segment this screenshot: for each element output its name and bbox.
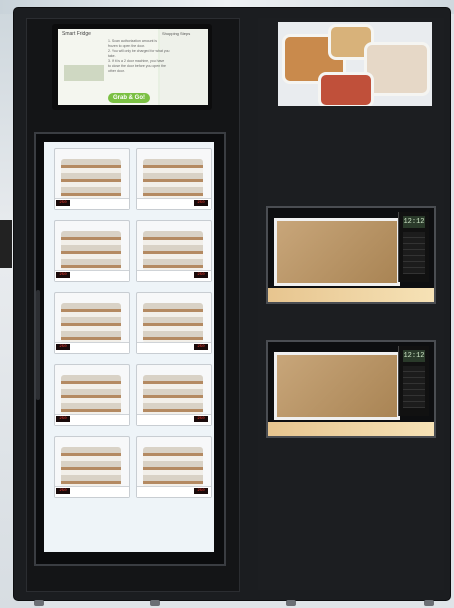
packaged-meal xyxy=(61,159,121,199)
microwave-keypad[interactable] xyxy=(403,232,425,274)
microwave-window xyxy=(274,352,400,420)
cabinet-foot xyxy=(34,600,44,606)
packaged-meal xyxy=(143,447,203,487)
grab-and-go-button[interactable]: Grab & Go! xyxy=(108,93,150,103)
microwave-door-bar xyxy=(268,288,434,302)
packaged-meal xyxy=(143,231,203,271)
price-tag: 250 xyxy=(56,488,70,494)
packaged-meal xyxy=(61,447,121,487)
packaged-meal xyxy=(143,159,203,199)
screen-step-line: 1. Scan authorization amount is xyxy=(108,39,158,43)
price-tag: 250 xyxy=(194,272,208,278)
price-tag: 250 xyxy=(56,416,70,422)
screen-step-line: 3. If it is a 2 door machine, you have xyxy=(108,59,165,63)
shelf-row xyxy=(44,502,214,552)
price-tag: 250 xyxy=(194,344,208,350)
packaged-meal xyxy=(143,303,203,343)
price-tag: 250 xyxy=(56,272,70,278)
packaged-meal xyxy=(61,375,121,415)
screen-step-line: frozen to open the door. xyxy=(108,44,145,48)
screen-heading: Shopping Steps xyxy=(162,31,191,36)
price-tag: 250 xyxy=(194,488,208,494)
microwave-control-panel: 12:12 xyxy=(398,346,429,416)
screen-step-line: 2. You will only be charged for what you xyxy=(108,49,170,53)
screen-title: Smart Fridge xyxy=(62,31,91,37)
screen-step-line: take. xyxy=(108,54,116,58)
cabinet-foot xyxy=(424,600,434,606)
price-tag: 250 xyxy=(56,200,70,206)
microwave-window xyxy=(274,218,400,286)
fridge-glass: 250 250 250 250 250 250 250 250 250 250 xyxy=(44,142,214,552)
packaged-meal xyxy=(143,375,203,415)
screen-product-thumbnails xyxy=(64,65,104,81)
price-tag: 250 xyxy=(56,344,70,350)
food-advert-photo xyxy=(278,22,432,106)
door-handle[interactable] xyxy=(36,290,40,400)
price-tag: 250 xyxy=(194,200,208,206)
microwave-display: 12:12 xyxy=(403,350,425,362)
touchscreen[interactable]: Smart Fridge Shopping Steps 1. Scan auth… xyxy=(58,29,208,105)
cabinet-foot xyxy=(150,600,160,606)
screen-step-line: other door. xyxy=(108,69,125,73)
price-tag: 250 xyxy=(194,416,208,422)
microwave-oven[interactable]: 12:12 xyxy=(266,340,436,438)
side-handle xyxy=(0,220,12,268)
packaged-meal xyxy=(61,231,121,271)
microwave-control-panel: 12:12 xyxy=(398,212,429,282)
salad-box xyxy=(318,72,374,106)
screen-step-line: to close the door before you open the xyxy=(108,64,166,68)
cabinet-foot xyxy=(286,600,296,606)
screen-right-panel xyxy=(160,29,208,105)
packaged-meal xyxy=(61,303,121,343)
microwave-display: 12:12 xyxy=(403,216,425,228)
microwave-keypad[interactable] xyxy=(403,366,425,408)
microwave-oven[interactable]: 12:12 xyxy=(266,206,436,304)
microwave-door-bar xyxy=(268,422,434,436)
